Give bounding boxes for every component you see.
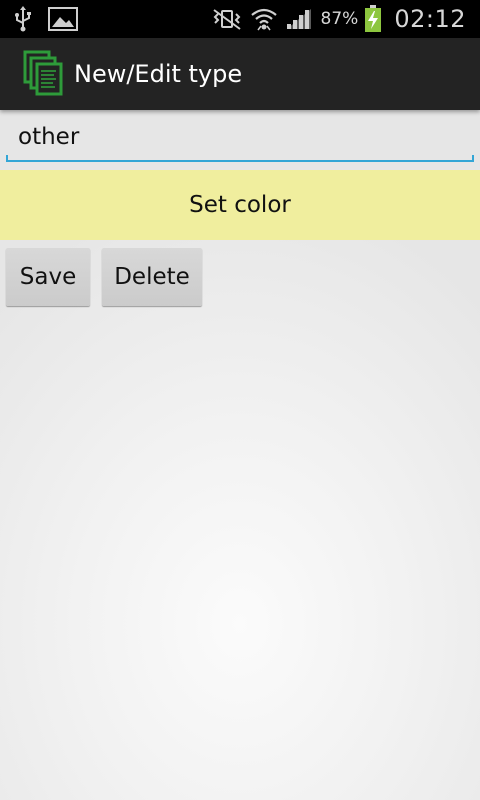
signal-icon [285, 7, 313, 31]
set-color-label: Set color [189, 192, 291, 218]
type-name-field[interactable] [6, 114, 474, 162]
field-underline-tick-right [472, 155, 474, 162]
set-color-button[interactable]: Set color [0, 170, 480, 240]
notification-icons [12, 6, 78, 32]
battery-percent: 87% [320, 9, 359, 29]
field-underline-tick-left [6, 155, 8, 162]
action-bar: New/Edit type [0, 38, 480, 110]
page-title: New/Edit type [74, 60, 243, 88]
delete-button-label: Delete [114, 264, 190, 290]
save-button-label: Save [19, 264, 77, 290]
system-icons: 87% 02:12 [211, 0, 466, 38]
vibrate-mute-icon [211, 7, 243, 31]
documents-icon[interactable] [22, 50, 64, 98]
delete-button[interactable]: Delete [102, 248, 202, 306]
save-button[interactable]: Save [6, 248, 90, 306]
usb-icon [12, 6, 34, 32]
battery-charging-icon [364, 5, 382, 33]
clock: 02:12 [394, 5, 466, 33]
field-underline [6, 160, 474, 162]
status-bar: 87% 02:12 [0, 0, 480, 38]
wifi-icon [249, 6, 279, 32]
image-notification-icon [48, 7, 78, 31]
type-name-input[interactable] [6, 114, 474, 160]
